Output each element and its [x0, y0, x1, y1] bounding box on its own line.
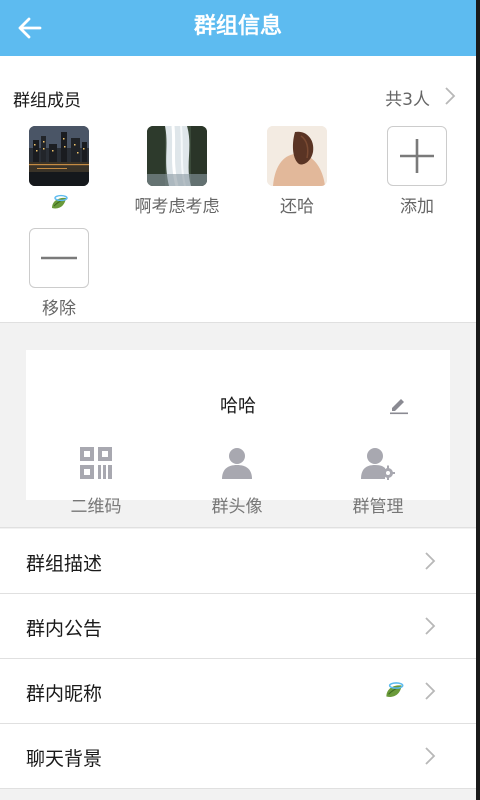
member-name — [0, 192, 118, 216]
top-bar: 群组信息 — [0, 0, 476, 56]
minus-icon — [41, 256, 77, 260]
group-nickname-row[interactable]: 群内昵称 — [0, 659, 476, 724]
group-description-row[interactable]: 群组描述 — [0, 529, 476, 594]
waterfall-avatar — [147, 126, 207, 186]
app: 群组信息 群组成员 共3人 啊考虑考虑 还哈 添加 移除 哈哈 二维码 群头像 … — [0, 0, 476, 800]
group-manage-label: 群管理 — [352, 497, 404, 517]
row-label: 聊天背景 — [26, 748, 103, 770]
group-avatar-label: 群头像 — [211, 497, 263, 517]
remove-member-button[interactable]: 移除 — [0, 228, 120, 323]
row-label: 群内公告 — [26, 618, 103, 640]
edit-group-name-button[interactable] — [388, 395, 410, 415]
group-card-area: 哈哈 二维码 群头像 群管理 — [0, 324, 476, 528]
row-label: 群组描述 — [26, 553, 103, 575]
pencil-icon — [390, 399, 408, 415]
qrcode-icon — [80, 447, 112, 479]
group-announcement-row[interactable]: 群内公告 — [0, 594, 476, 659]
page-title: 群组信息 — [193, 14, 282, 39]
member-item[interactable]: 啊考虑考虑 — [118, 126, 238, 226]
plus-icon — [400, 139, 434, 173]
chevron-right-icon — [425, 747, 436, 765]
chevron-right-icon — [445, 87, 456, 105]
person-gear-icon — [361, 448, 395, 480]
members-count: 共3人 — [385, 90, 430, 110]
person-icon — [222, 448, 252, 479]
member-name: 啊考虑考虑 — [134, 197, 220, 217]
member-name: 还哈 — [280, 197, 314, 217]
add-member-label: 添加 — [400, 197, 434, 217]
remove-member-label: 移除 — [42, 299, 76, 319]
members-section: 群组成员 共3人 啊考虑考虑 还哈 添加 移除 — [0, 56, 476, 323]
leaf-water-icon — [386, 682, 404, 697]
member-item[interactable] — [0, 126, 120, 226]
chevron-right-icon — [425, 552, 436, 570]
chat-background-row[interactable]: 聊天背景 — [0, 724, 476, 789]
add-member-button[interactable]: 添加 — [358, 126, 478, 226]
leaf-water-icon — [52, 194, 68, 209]
chevron-right-icon — [425, 617, 436, 635]
row-label: 群内昵称 — [26, 683, 103, 705]
chevron-right-icon — [425, 682, 436, 700]
members-header[interactable]: 群组成员 共3人 — [0, 56, 476, 126]
member-item[interactable]: 还哈 — [238, 126, 358, 226]
group-card: 哈哈 二维码 群头像 群管理 — [26, 350, 450, 517]
screen-edge — [476, 0, 480, 800]
members-title: 群组成员 — [13, 91, 81, 111]
group-name: 哈哈 — [220, 396, 256, 417]
city-night-avatar — [29, 126, 89, 186]
qrcode-label: 二维码 — [70, 497, 122, 517]
settings-list: 群组描述 群内公告 群内昵称 聊天背景 — [0, 529, 476, 789]
add-member-tile — [387, 126, 447, 186]
remove-member-tile — [29, 228, 89, 288]
person-back-avatar — [267, 126, 327, 186]
